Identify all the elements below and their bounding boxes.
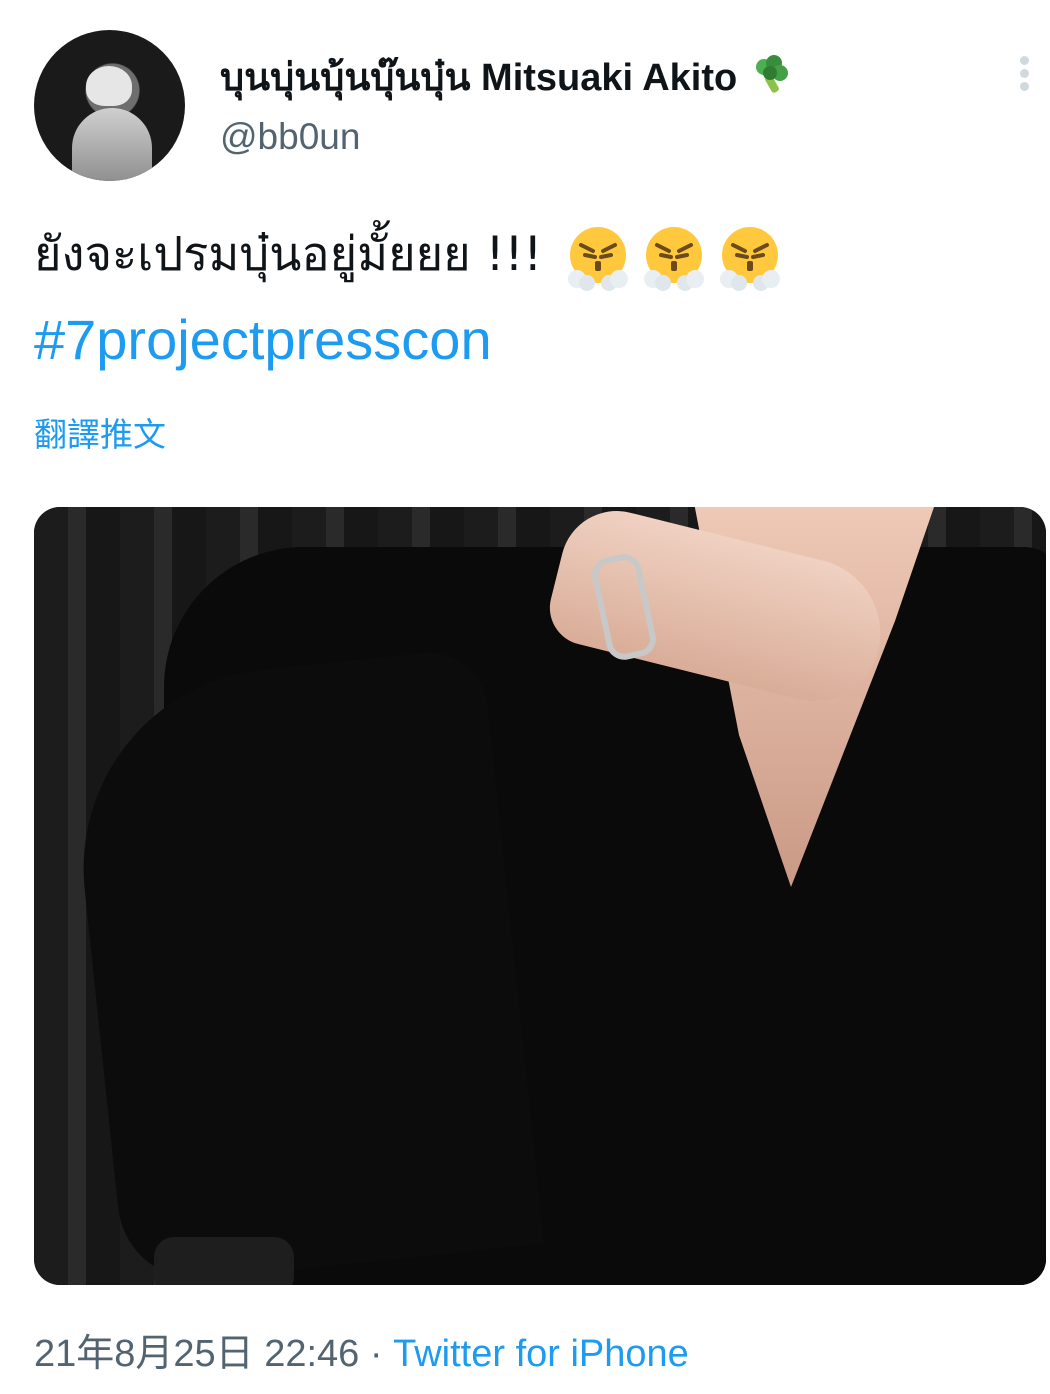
avatar-hair [86,66,132,106]
tweet-timestamp[interactable]: 21年8月25日 22:46 [34,1333,359,1375]
tweet-meta: 21年8月25日 22:46 · Twitter for iPhone [34,1322,689,1377]
avatar-torso [72,108,152,181]
photo-shoe [154,1237,294,1285]
more-options-icon[interactable] [1012,56,1036,96]
meta-separator: · [369,1333,383,1375]
translate-tweet-link[interactable]: 翻譯推文 [34,408,166,456]
face-with-steam-from-nose-icon [563,223,633,293]
face-with-steam-from-nose-icon [639,223,709,293]
avatar[interactable] [34,30,185,181]
display-name[interactable]: บุนบุ่นบุ้นบุ๊นบุ๋น Mitsuaki Akito [220,46,794,107]
face-with-steam-from-nose-icon [715,223,785,293]
photo-figure-leg [63,646,545,1285]
tweet-photo[interactable] [34,507,1046,1285]
tweet: บุนบุ่นบุ้นบุ๊นบุ๋น Mitsuaki Akito @bb0u… [0,0,1050,1394]
broccoli-icon [750,53,794,107]
hashtag-link[interactable]: #7projectpresscon [34,305,492,375]
tweet-text-content: ยังจะเปรมบุ๋นอยู่มั้ยยย !!! [34,227,543,282]
display-name-text: บุนบุ่นบุ้นบุ๊นบุ๋น Mitsuaki Akito [220,57,738,99]
tweet-source-link[interactable]: Twitter for iPhone [393,1333,689,1375]
user-handle[interactable]: @bb0un [220,116,360,158]
tweet-text: ยังจะเปรมบุ๋นอยู่มั้ยยย !!! [34,220,785,293]
